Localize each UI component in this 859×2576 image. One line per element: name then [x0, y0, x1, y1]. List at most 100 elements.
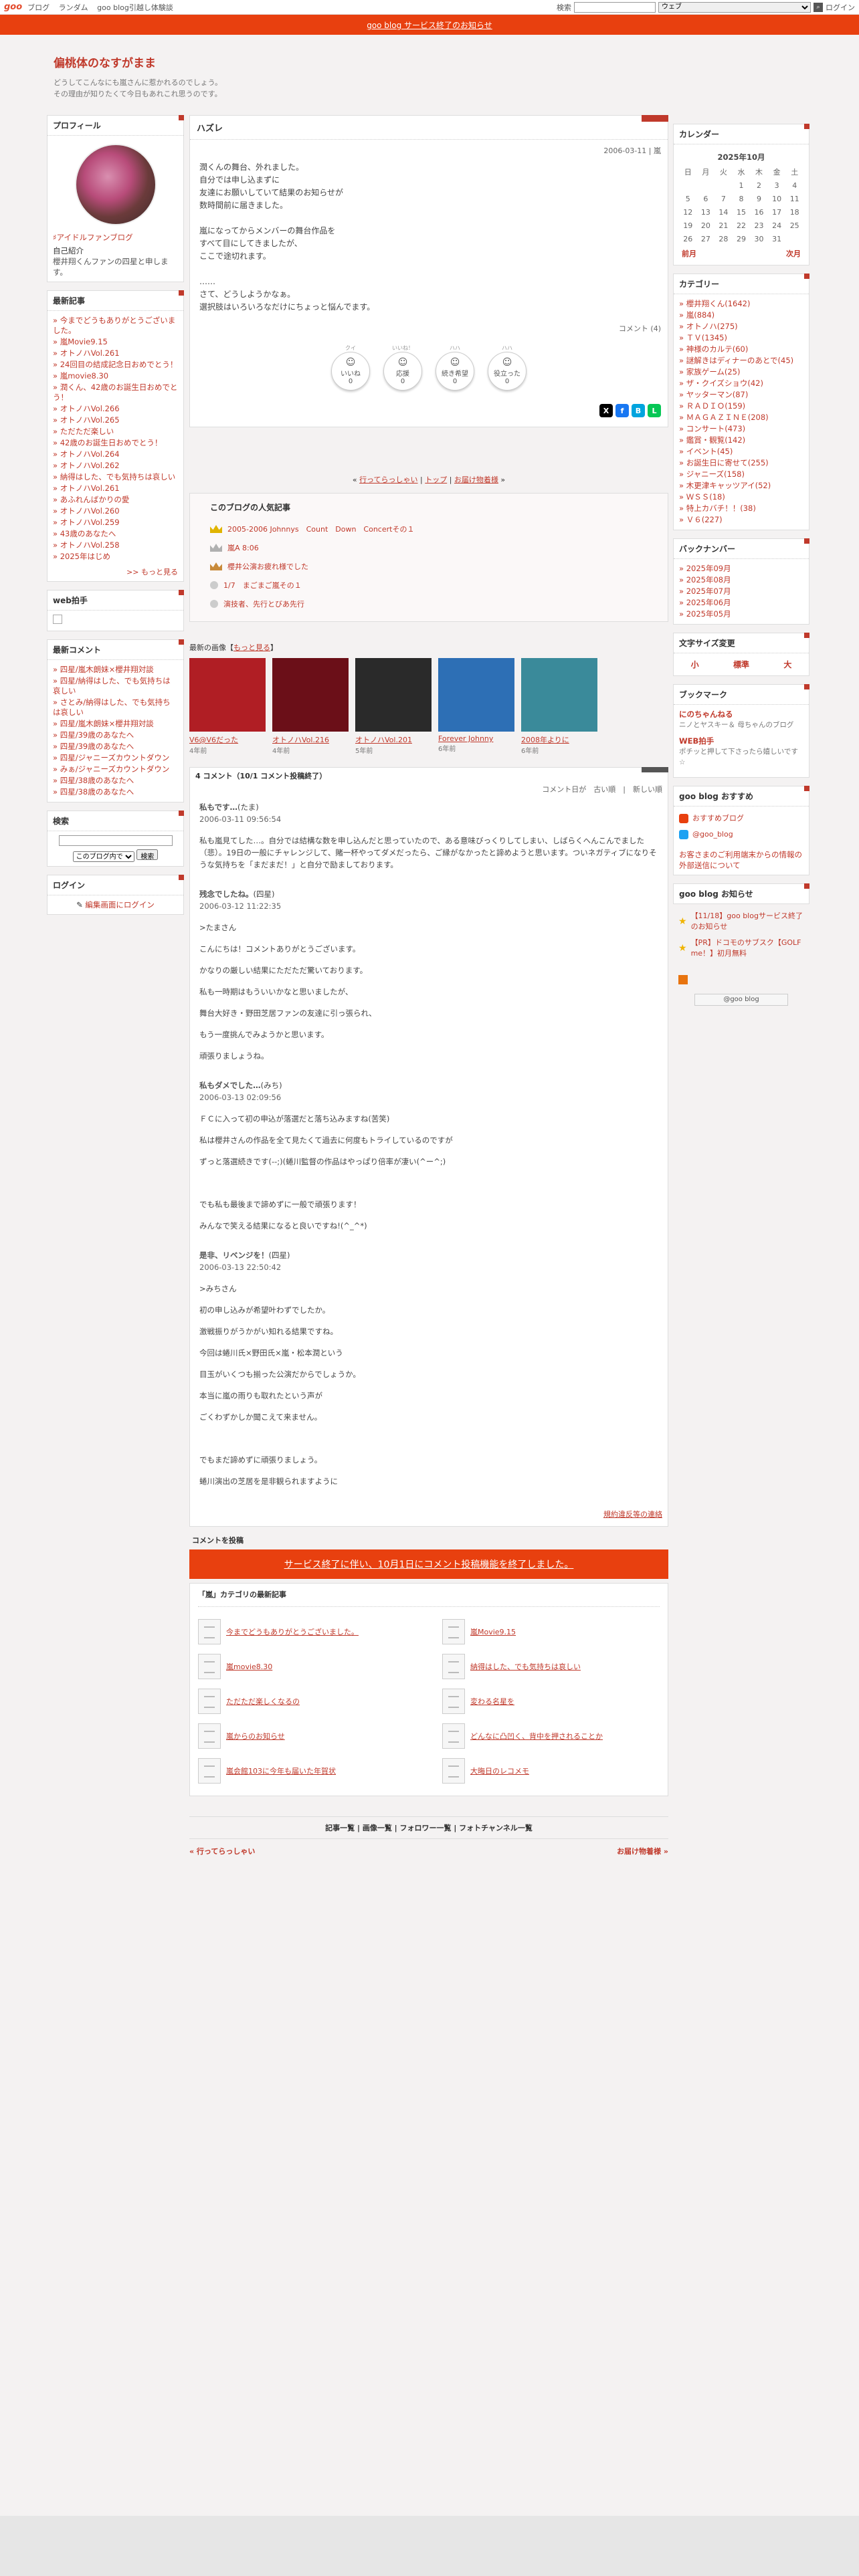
calendar-day[interactable]: 27	[697, 233, 715, 246]
calendar-day[interactable]: 3	[768, 179, 786, 193]
facebook-share-icon[interactable]: f	[615, 404, 629, 417]
reaction-circle[interactable]: ☺ 続き希望 0	[436, 352, 474, 391]
thumbnail-item[interactable]: V6@V6だった 4年前	[189, 658, 266, 755]
thumbnail-image[interactable]	[355, 658, 432, 732]
recent-comment-item-link[interactable]: さとみ/納得はした、でも気持ちは哀しい	[53, 697, 171, 717]
calendar-day[interactable]: 6	[697, 193, 715, 206]
calendar-day[interactable]: 29	[733, 233, 751, 246]
thumbnail-image[interactable]	[189, 658, 266, 732]
calendar-day[interactable]: 15	[733, 206, 751, 219]
backnumber-item-link[interactable]: 2025年05月	[686, 609, 731, 619]
popular-link[interactable]: 櫻井公演お疲れ様でした	[227, 561, 308, 572]
data-transmission-link[interactable]: お客さまのご利用端末からの情報の外部送信について	[679, 850, 802, 870]
category-recent-link[interactable]: 嵐movie8.30	[226, 1661, 272, 1672]
backnumber-item-link[interactable]: 2025年08月	[686, 575, 731, 584]
calendar-day[interactable]: 14	[714, 206, 733, 219]
bookmark-title[interactable]: WEB拍手	[679, 736, 803, 746]
thumbnail-item[interactable]: オトノハVol.201 5年前	[355, 658, 432, 755]
calendar-day[interactable]: 21	[714, 219, 733, 233]
thumbnail-image[interactable]	[438, 658, 514, 732]
recent-post-item-link[interactable]: オトノハVol.259	[60, 518, 120, 527]
footer-nav[interactable]: 記事一覧 | 画像一覧 | フォロワー一覧 | フォトチャンネル一覧	[189, 1816, 668, 1839]
blog-search-scope[interactable]: このブログ内で	[72, 851, 134, 862]
recent-post-item-link[interactable]: 納得はした、でも気持ちは哀しい	[60, 472, 176, 481]
calendar-day[interactable]: 19	[679, 219, 697, 233]
calendar-day[interactable]: 9	[750, 193, 768, 206]
comment-order[interactable]: コメント日が 古い順 | 新しい順	[190, 784, 668, 798]
recent-post-item-link[interactable]: 嵐movie8.30	[60, 371, 108, 381]
calendar-day[interactable]: 20	[697, 219, 715, 233]
category-recent-link[interactable]: 嵐からのお知らせ	[226, 1731, 285, 1741]
calendar-day[interactable]: 18	[785, 206, 803, 219]
search-icon[interactable]: ⌕	[814, 2, 823, 12]
reaction-circle[interactable]: ☺ いいね 0	[331, 352, 370, 391]
calendar-day[interactable]: 30	[750, 233, 768, 246]
calendar-day[interactable]: 10	[768, 193, 786, 206]
backnumber-item-link[interactable]: 2025年06月	[686, 598, 731, 607]
category-item-link[interactable]: 木更津キャッツアイ(52)	[686, 481, 771, 490]
recent-post-item-link[interactable]: 今までどうもありがとうございました。	[53, 316, 175, 335]
calendar-next[interactable]: 次月	[786, 249, 801, 259]
calendar-day[interactable]: 11	[785, 193, 803, 206]
recent-post-item-link[interactable]: オトノハVol.265	[60, 415, 120, 425]
nav-blog[interactable]: ブログ	[27, 3, 50, 12]
calendar-day[interactable]: 5	[679, 193, 697, 206]
rss-icon[interactable]	[678, 975, 688, 984]
edit-login-link[interactable]: 編集画面にログイン	[85, 900, 155, 909]
comment-count-link[interactable]: コメント (4)	[619, 324, 661, 333]
recent-comment-item-link[interactable]: 四星/ジャニーズカウントダウン	[60, 753, 170, 762]
calendar-day[interactable]: 26	[679, 233, 697, 246]
recent-comment-item-link[interactable]: みぁ/ジャニーズカウントダウン	[60, 764, 170, 774]
news-link[interactable]: 【11/18】goo blogサービス終了のお知らせ	[691, 911, 804, 932]
recent-comment-item-link[interactable]: 四星/納得はした、でも気持ちは哀しい	[53, 676, 171, 695]
reaction-circle[interactable]: ☺ 応援 0	[383, 352, 422, 391]
recent-post-item-link[interactable]: 42歳のお誕生日おめでとう！	[60, 438, 163, 447]
recent-post-item-link[interactable]: オトノハVol.261	[60, 484, 120, 493]
calendar-day[interactable]: 31	[768, 233, 786, 246]
top-search-input[interactable]	[574, 1, 656, 13]
category-recent-link[interactable]: 今までどうもありがとうございました。	[226, 1626, 359, 1637]
recent-post-item-link[interactable]: オトノハVol.264	[60, 449, 120, 459]
recent-post-item-link[interactable]: オトノハVol.258	[60, 540, 120, 550]
category-recent-link[interactable]: 納得はした、でも気持ちは哀しい	[470, 1661, 581, 1672]
popular-link[interactable]: 1/7 まごまご嵐その１	[223, 580, 302, 591]
recent-post-item-link[interactable]: 嵐Movie9.15	[60, 337, 108, 346]
blog-search-button[interactable]: 検索	[136, 849, 159, 861]
category-item-link[interactable]: 家族ゲーム(25)	[686, 367, 741, 377]
service-end-notice[interactable]: goo blog サービス終了のお知らせ	[0, 15, 859, 35]
calendar-day[interactable]: 22	[733, 219, 751, 233]
thumbnail-title[interactable]: オトノハVol.201	[355, 734, 432, 745]
footer-next-link[interactable]: お届け物着様 »	[617, 1846, 668, 1856]
category-item-link[interactable]: 櫻井翔くん(1642)	[686, 299, 751, 308]
recent-post-item-link[interactable]: オトノハVol.266	[60, 404, 120, 413]
calendar-day[interactable]: 4	[785, 179, 803, 193]
recent-comment-item-link[interactable]: 四星/39歳のあなたへ	[60, 742, 134, 751]
reaction-button[interactable]: ハハ ☺ 役立った 0	[487, 344, 527, 391]
recent-post-item-link[interactable]: 24回目の結成記念日おめでとう！	[60, 360, 178, 369]
next-post-link[interactable]: お届け物着様	[454, 475, 498, 484]
thumbnail-title[interactable]: オトノハVol.216	[272, 734, 349, 745]
recent-post-item-link[interactable]: 2025年はじめ	[60, 552, 110, 561]
popular-link[interactable]: 演技者、先行とびあ先行	[223, 599, 304, 609]
calendar-day[interactable]: 16	[750, 206, 768, 219]
footer-prev-link[interactable]: « 行ってらっしゃい	[189, 1846, 255, 1856]
recommend-blog-link[interactable]: おすすめブログ	[692, 813, 744, 824]
thumbnail-image[interactable]	[521, 658, 597, 732]
category-item-link[interactable]: お誕生日に寄せて(255)	[686, 458, 769, 467]
reaction-button[interactable]: いいね！ ☺ 応援 0	[383, 344, 423, 391]
category-recent-link[interactable]: どんなに凸凹く、背中を押されることか	[470, 1731, 603, 1741]
recent-comment-item-link[interactable]: 四星/嵐木朗妹×櫻井翔対談	[60, 719, 154, 728]
recent-comment-item-link[interactable]: 四星/38歳のあなたへ	[60, 787, 134, 796]
recent-images-more[interactable]: もっと見る	[233, 643, 270, 652]
recent-post-item-link[interactable]: ただただ楽しい	[60, 427, 114, 436]
calendar-day[interactable]: 24	[768, 219, 786, 233]
blog-search-input[interactable]	[58, 835, 173, 846]
fontsize-small[interactable]: 小	[691, 659, 699, 670]
thumbnail-title[interactable]: 2008年よりに	[521, 734, 597, 745]
popular-link[interactable]: 2005-2006 Johnnys Count Down Concertその１	[227, 524, 414, 534]
category-item-link[interactable]: 特上カバチ！！(38)	[686, 504, 756, 513]
backnumber-item-link[interactable]: 2025年07月	[686, 586, 731, 596]
category-item-link[interactable]: イベント(45)	[686, 447, 733, 456]
recent-post-item-link[interactable]: 潤くん、42歳のお誕生日おめでとう！	[53, 383, 177, 402]
thumbnail-title[interactable]: Forever Johnny	[438, 734, 514, 743]
